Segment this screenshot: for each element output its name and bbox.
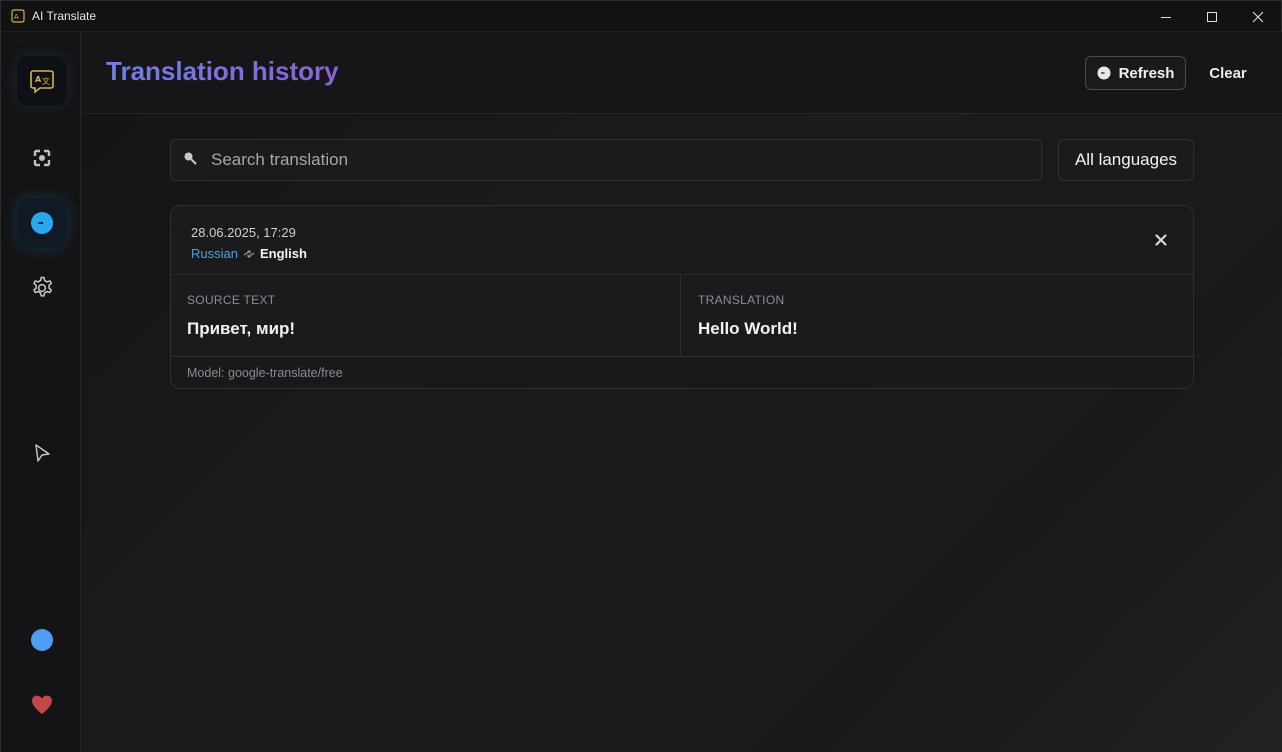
delete-entry-button[interactable] (1153, 232, 1169, 248)
refresh-icon (1097, 66, 1111, 80)
minimize-button[interactable] (1143, 1, 1189, 32)
source-column: SOURCE TEXT Привет, мир! (171, 275, 681, 356)
history-card-header: 28.06.2025, 17:29 Russian English (171, 206, 1193, 275)
cursor-icon (35, 444, 50, 462)
app-logo-icon: A (11, 9, 25, 23)
history-card-footer: Model: google-translate/free (171, 356, 1193, 388)
sidebar-item-pointer[interactable] (17, 428, 67, 478)
main-content: Translation history Refresh Clear Search… (82, 32, 1282, 752)
svg-text:文: 文 (42, 76, 50, 86)
language-pair: Russian English (191, 246, 307, 261)
source-language: Russian (191, 246, 238, 261)
maximize-icon (1207, 11, 1217, 22)
search-box[interactable]: Search translation (170, 139, 1042, 181)
translate-icon: A 文 (30, 70, 54, 94)
source-text: Привет, мир! (187, 319, 296, 338)
translation-column: TRANSLATION Hello World! (682, 275, 1193, 356)
ocr-scan-icon (33, 149, 51, 167)
history-icon (31, 212, 53, 234)
model-info: Model: google-translate/free (187, 366, 343, 380)
close-icon (1155, 234, 1167, 246)
language-filter-dropdown[interactable]: All languages (1058, 139, 1194, 181)
sidebar-item-settings[interactable] (17, 263, 67, 313)
page-title: Translation history (106, 56, 339, 86)
sidebar-item-translate[interactable]: A 文 (17, 56, 67, 106)
history-card: 28.06.2025, 17:29 Russian English SOURCE… (170, 205, 1194, 389)
close-window-button[interactable] (1235, 1, 1281, 32)
maximize-button[interactable] (1189, 1, 1235, 32)
minimize-icon (1161, 16, 1171, 18)
translation-label: TRANSLATION (698, 293, 785, 307)
target-language: English (259, 246, 307, 261)
search-icon (183, 151, 197, 170)
status-dot-icon (31, 629, 53, 651)
translation-text: Hello World! (698, 319, 798, 338)
search-input[interactable]: Search translation (211, 140, 348, 180)
swap-arrows-icon (243, 249, 255, 258)
refresh-label: Refresh (1118, 64, 1175, 82)
gear-icon (33, 276, 53, 297)
heart-icon (32, 695, 52, 714)
window-title: AI Translate (32, 9, 97, 23)
close-icon (1252, 11, 1264, 22)
sidebar-item-ocr[interactable] (17, 133, 67, 183)
sidebar-item-favorites[interactable] (17, 679, 67, 729)
sidebar-item-history[interactable] (17, 198, 67, 248)
app-window: A AI Translate A 文 Translation history R… (0, 0, 1282, 752)
history-date: 28.06.2025, 17:29 (191, 225, 296, 240)
title-bar: A AI Translate (1, 1, 1281, 32)
svg-text:A: A (35, 75, 42, 84)
page-header: Translation history Refresh Clear (82, 32, 1282, 114)
clear-button[interactable]: Clear (1200, 56, 1256, 90)
sidebar: A 文 (1, 32, 81, 752)
refresh-button[interactable]: Refresh (1085, 56, 1186, 90)
svg-text:A: A (14, 13, 19, 21)
sidebar-item-status[interactable] (17, 615, 67, 665)
source-text-label: SOURCE TEXT (187, 293, 276, 307)
